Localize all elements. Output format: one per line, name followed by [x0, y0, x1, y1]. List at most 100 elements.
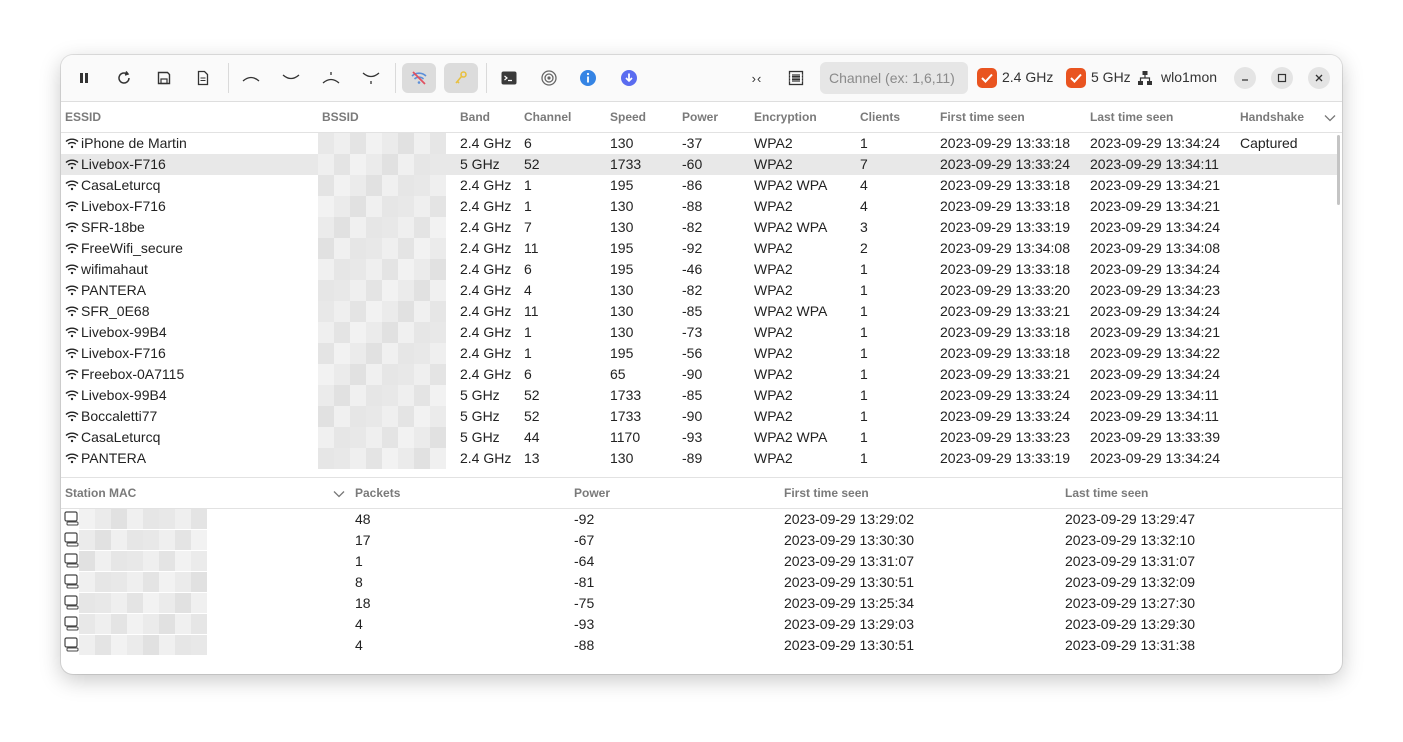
col-first-seen[interactable]: First time seen [940, 110, 1025, 124]
col-speed[interactable]: Speed [610, 110, 646, 124]
cell-speed: 1170 [610, 429, 641, 445]
col-station-first-seen[interactable]: First time seen [784, 486, 869, 500]
cell-last-seen: 2023-09-29 13:34:21 [1090, 324, 1220, 340]
cell-clients: 7 [860, 156, 868, 172]
pause-button[interactable] [68, 63, 100, 93]
network-row[interactable]: SFR-18be 2.4 GHz 7 130 -82 WPA2 WPA 3 2023-09-2… [61, 217, 1337, 238]
sort-chevron-icon[interactable] [333, 490, 345, 498]
cell-last-seen: 2023-09-29 13:34:23 [1090, 282, 1220, 298]
cell-band: 2.4 GHz [460, 261, 512, 277]
document-button[interactable] [187, 63, 219, 93]
cell-power: -93 [574, 616, 595, 632]
col-packets[interactable]: Packets [355, 486, 400, 500]
wifi-icon [65, 306, 79, 317]
station-row[interactable]: 1 -64 2023-09-29 13:31:07 2023-09-29 13:31:… [61, 551, 1337, 572]
maximize-button[interactable] [1271, 67, 1293, 89]
cell-power: -89 [682, 450, 703, 466]
info-button[interactable] [572, 63, 604, 93]
cell-encryption: WPA2 WPA [754, 219, 828, 235]
col-last-seen[interactable]: Last time seen [1090, 110, 1173, 124]
network-row[interactable]: Boccaletti77 5 GHz 52 1733 -90 WPA2 1 2023-09-2… [61, 406, 1337, 427]
scroll-top-button[interactable] [315, 63, 347, 93]
terminal-button[interactable] [493, 63, 525, 93]
radar-button[interactable] [533, 63, 565, 93]
network-row[interactable]: PANTERA 2.4 GHz 13 130 -89 WPA2 1 2023-09-29 13… [61, 448, 1337, 469]
cell-encryption: WPA2 WPA [754, 303, 828, 319]
network-icon [1138, 71, 1152, 85]
minimize-button[interactable] [1234, 67, 1256, 89]
cell-channel: 6 [524, 366, 532, 382]
band-24-checkbox[interactable] [977, 68, 997, 88]
cell-essid: SFR_0E68 [81, 303, 150, 319]
network-row[interactable]: Freebox-0A7115 2.4 GHz 6 65 -90 WPA2 1 2023-09-… [61, 364, 1337, 385]
network-row[interactable]: FreeWifi_secure 2.4 GHz 11 195 -92 WPA2 2 2023-… [61, 238, 1337, 259]
save-button[interactable] [148, 63, 180, 93]
key-button[interactable] [444, 63, 478, 93]
col-station-mac[interactable]: Station MAC [65, 486, 136, 500]
network-row[interactable]: Livebox-F716 5 GHz 52 1733 -60 WPA2 7 2023-09-2… [61, 154, 1337, 175]
col-clients[interactable]: Clients [860, 110, 900, 124]
download-button[interactable] [613, 63, 645, 93]
cell-power: -60 [682, 156, 703, 172]
network-row[interactable]: Livebox-99B4 2.4 GHz 1 130 -73 WPA2 1 2023-09-2… [61, 322, 1337, 343]
cell-first-seen: 2023-09-29 13:33:21 [940, 303, 1070, 319]
grid-button[interactable] [780, 63, 812, 93]
col-station-power[interactable]: Power [574, 486, 610, 500]
wifi-off-icon [411, 71, 427, 85]
close-button[interactable] [1308, 67, 1330, 89]
cell-essid: Livebox-F716 [81, 345, 166, 361]
network-row[interactable]: CasaLeturcq 2.4 GHz 1 195 -86 WPA2 WPA 4 2023-0… [61, 175, 1337, 196]
wifi-toggle-button[interactable] [402, 63, 436, 93]
station-row[interactable]: 8 -81 2023-09-29 13:30:51 2023-09-29 13:32:… [61, 572, 1337, 593]
grid-icon [788, 70, 804, 86]
station-row[interactable]: 4 -93 2023-09-29 13:29:03 2023-09-29 13:29:… [61, 614, 1337, 635]
col-bssid[interactable]: BSSID [322, 110, 359, 124]
network-row[interactable]: SFR_0E68 2.4 GHz 11 130 -85 WPA2 WPA 1 2023-09-… [61, 301, 1337, 322]
cell-speed: 195 [610, 177, 634, 193]
sort-chevron-icon[interactable] [1324, 114, 1336, 122]
col-channel[interactable]: Channel [524, 110, 571, 124]
cell-clients: 1 [860, 135, 868, 151]
networks-scrollbar[interactable] [1337, 135, 1340, 205]
collapse-button[interactable]: ›‹ [741, 63, 773, 93]
cell-band: 2.4 GHz [460, 450, 512, 466]
refresh-button[interactable] [108, 63, 140, 93]
station-row[interactable]: 4 -88 2023-09-29 13:30:51 2023-09-29 13:31:… [61, 635, 1337, 656]
cell-last-seen: 2023-09-29 13:34:21 [1090, 198, 1220, 214]
scroll-up-button[interactable] [235, 63, 267, 93]
cell-power: -67 [574, 532, 595, 548]
col-band[interactable]: Band [460, 110, 490, 124]
scroll-bottom-button[interactable] [355, 63, 387, 93]
document-icon [197, 70, 209, 86]
col-power[interactable]: Power [682, 110, 718, 124]
cell-power: -73 [682, 324, 703, 340]
col-essid[interactable]: ESSID [65, 110, 101, 124]
network-row[interactable]: PANTERA 2.4 GHz 4 130 -82 WPA2 1 2023-09-29 13:… [61, 280, 1337, 301]
network-row[interactable]: iPhone de Martin 2.4 GHz 6 130 -37 WPA2 1 2023-… [61, 133, 1337, 154]
scroll-down-button[interactable] [275, 63, 307, 93]
cell-clients: 1 [860, 303, 868, 319]
col-encryption[interactable]: Encryption [754, 110, 817, 124]
refresh-icon [118, 71, 130, 84]
network-row[interactable]: Livebox-F716 2.4 GHz 1 130 -88 WPA2 4 2023-09-2… [61, 196, 1337, 217]
network-row[interactable]: Livebox-F716 2.4 GHz 1 195 -56 WPA2 1 2023-09-2… [61, 343, 1337, 364]
redacted-mac [318, 217, 446, 238]
network-row[interactable]: CasaLeturcq 5 GHz 44 1170 -93 WPA2 WPA 1 2023-0… [61, 427, 1337, 448]
band-5-checkbox[interactable] [1066, 68, 1086, 88]
cell-essid: PANTERA [81, 450, 147, 466]
channel-input[interactable]: Channel (ex: 1,6,11) [820, 62, 968, 94]
cell-encryption: WPA2 [754, 387, 793, 403]
cell-encryption: WPA2 [754, 240, 793, 256]
station-row[interactable]: 48 -92 2023-09-29 13:29:02 2023-09-29 13:29… [61, 509, 1337, 530]
cell-first-seen: 2023-09-29 13:30:51 [784, 574, 914, 590]
toolbar-separator [486, 63, 487, 93]
network-row[interactable]: wifimahaut 2.4 GHz 6 195 -46 WPA2 1 2023-09-29 … [61, 259, 1337, 280]
cell-band: 2.4 GHz [460, 135, 512, 151]
network-row[interactable]: Livebox-99B4 5 GHz 52 1733 -85 WPA2 1 2023-09-2… [61, 385, 1337, 406]
col-handshake[interactable]: Handshake [1240, 110, 1304, 124]
col-station-last-seen[interactable]: Last time seen [1065, 486, 1148, 500]
station-row[interactable]: 17 -67 2023-09-29 13:30:30 2023-09-29 13:32… [61, 530, 1337, 551]
redacted-mac [79, 572, 207, 592]
cell-clients: 1 [860, 324, 868, 340]
station-row[interactable]: 18 -75 2023-09-29 13:25:34 2023-09-29 13:27… [61, 593, 1337, 614]
